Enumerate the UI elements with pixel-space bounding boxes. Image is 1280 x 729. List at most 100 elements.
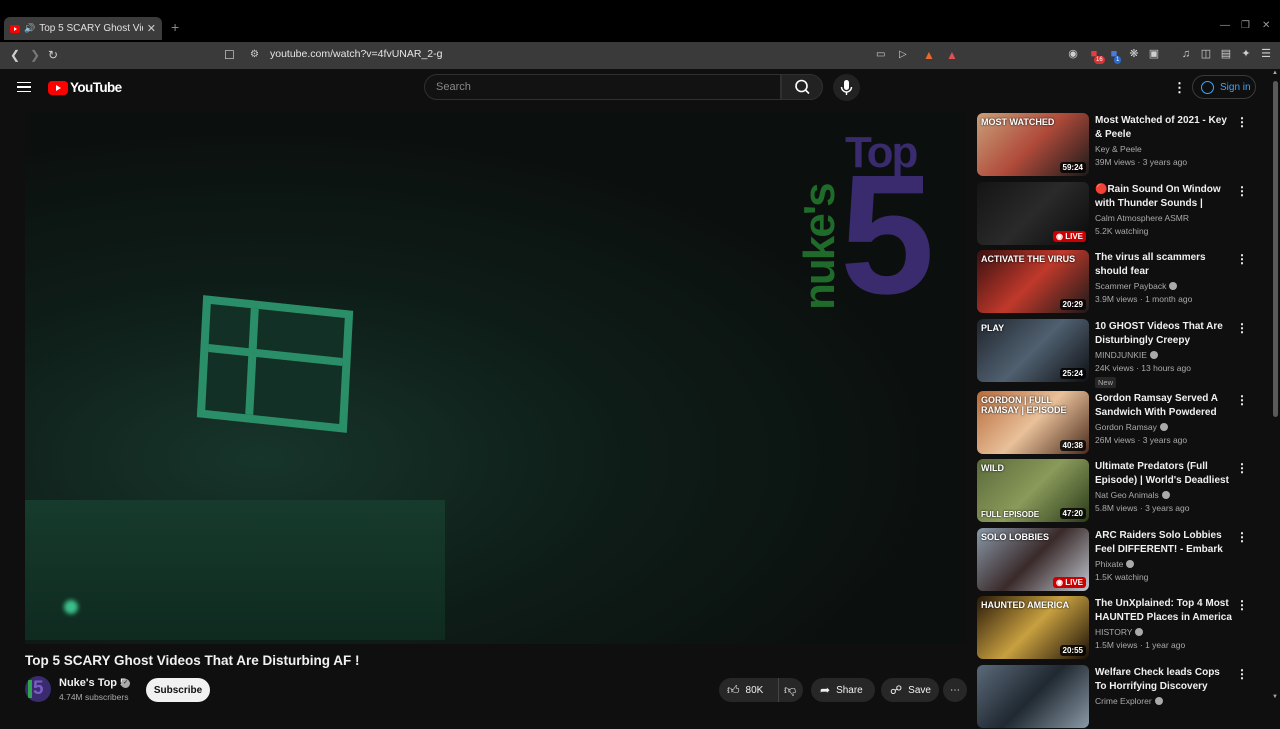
item-menu-icon[interactable]: ⋮	[1236, 461, 1248, 475]
recommendation-title[interactable]: 🔴Rain Sound On Window with Thunder Sound…	[1095, 183, 1233, 211]
item-menu-icon[interactable]: ⋮	[1236, 115, 1248, 129]
channel-name: Phixate	[1095, 559, 1124, 569]
duration-badge: 20:29	[1059, 299, 1086, 310]
verified-icon	[1159, 423, 1168, 431]
subscribe-button[interactable]: Subscribe	[146, 678, 210, 702]
browser-menu-icon[interactable]: ☰	[1259, 47, 1273, 61]
rewards-icon[interactable]: ▲	[946, 47, 958, 63]
save-button[interactable]: ☍ Save	[881, 678, 939, 702]
recommendation-item[interactable]: ACTIVATE THE VIRUS 20:29 The virus all sca…	[977, 250, 1259, 314]
browser-tab[interactable]: 🔊 Top 5 SCARY Ghost Videos That Are Dist…	[4, 17, 162, 40]
share-button[interactable]: ➦ Share	[811, 678, 875, 702]
recommendation-title[interactable]: Ultimate Predators (Full Episode) | Worl…	[1095, 460, 1233, 487]
leo-icon[interactable]: ✦	[1239, 47, 1253, 61]
bookmark-icon[interactable]: ☐	[224, 47, 235, 63]
more-actions-button[interactable]: ⋯	[943, 678, 967, 702]
recommendation-channel[interactable]: Nat Geo Animals	[1095, 490, 1170, 500]
reload-icon[interactable]: ↻	[48, 47, 58, 63]
recommendation-title[interactable]: The virus all scammers should fear	[1095, 251, 1233, 278]
recommendation-item[interactable]: HAUNTED AMERICA 20:55 The UnXplained: Top …	[977, 596, 1259, 660]
scroll-up-icon[interactable]: ▲	[1272, 70, 1278, 76]
video-thumbnail[interactable]: PLAY 25:24	[977, 319, 1089, 382]
recommendation-channel[interactable]: HISTORY	[1095, 627, 1144, 637]
share-label: Share	[836, 684, 863, 696]
recommendation-title[interactable]: Gordon Ramsay Served A Sandwich With Pow…	[1095, 392, 1233, 420]
puzzle-icon[interactable]: ❋	[1127, 47, 1141, 61]
recommendation-channel[interactable]: Calm Atmosphere ASMR	[1095, 213, 1189, 223]
item-menu-icon[interactable]: ⋮	[1236, 393, 1248, 407]
minimize-icon[interactable]: —	[1220, 20, 1230, 31]
back-icon[interactable]: ❮	[10, 47, 20, 63]
close-window-icon[interactable]: ✕	[1262, 20, 1270, 31]
recommendation-item[interactable]: ◉ LIVE 🔴Rain Sound On Window with Thunder…	[977, 182, 1259, 246]
dislike-button[interactable]: 👎︎	[778, 678, 803, 702]
video-thumbnail[interactable]: ◉ LIVE	[977, 182, 1089, 245]
recommendation-item[interactable]: SOLO LOBBIES ◉ LIVE ARC Raiders Solo Lobbi…	[977, 528, 1259, 592]
recommendation-channel[interactable]: Crime Explorer	[1095, 696, 1163, 706]
like-button[interactable]: 👍︎ 80K	[719, 678, 778, 702]
scroll-down-icon[interactable]: ▼	[1272, 694, 1278, 700]
item-menu-icon[interactable]: ⋮	[1236, 184, 1248, 198]
video-thumbnail[interactable]	[977, 665, 1089, 728]
speaker-icon[interactable]: 🔊	[24, 23, 35, 34]
item-menu-icon[interactable]: ⋮	[1236, 252, 1248, 266]
video-thumbnail[interactable]: GORDON | FULL RAMSAY | EPISODE 40:38	[977, 391, 1089, 454]
recommendation-meta: 5.2K watching	[1095, 226, 1149, 236]
forward-icon[interactable]: ❯	[30, 47, 40, 63]
recommendation-item[interactable]: WILD FULL EPISODE 47:20 Ultimate Predators …	[977, 459, 1259, 523]
recommendation-title[interactable]: Welfare Check leads Cops To Horrifying D…	[1095, 666, 1233, 693]
sign-in-button[interactable]: Sign in	[1192, 75, 1256, 99]
url-bar[interactable]: youtube.com/watch?v=4fvUNAR_2-g	[270, 48, 442, 60]
recommendation-channel[interactable]: MINDJUNKIE	[1095, 350, 1158, 360]
recommendation-title[interactable]: The UnXplained: Top 4 Most HAUNTED Place…	[1095, 597, 1233, 625]
recommendation-item[interactable]: Welfare Check leads Cops To Horrifying D…	[977, 665, 1259, 729]
recommendation-meta: 3.9M views · 1 month ago	[1095, 294, 1193, 304]
new-tab-icon[interactable]: +	[171, 19, 179, 35]
recommendation-item[interactable]: PLAY 25:24 10 GHOST Videos That Are Distur…	[977, 319, 1259, 388]
site-info-icon[interactable]: ⚙	[250, 47, 259, 63]
item-menu-icon[interactable]: ⋮	[1236, 321, 1248, 335]
video-thumbnail[interactable]: SOLO LOBBIES ◉ LIVE	[977, 528, 1089, 591]
verified-icon	[1169, 282, 1178, 290]
recommendation-channel[interactable]: Phixate	[1095, 559, 1135, 569]
search-button[interactable]	[781, 74, 823, 100]
video-thumbnail[interactable]: WILD FULL EPISODE 47:20	[977, 459, 1089, 522]
recommendation-title[interactable]: ARC Raiders Solo Lobbies Feel DIFFERENT!…	[1095, 529, 1233, 557]
recommendation-channel[interactable]: Gordon Ramsay	[1095, 422, 1168, 432]
search-icon	[795, 79, 810, 95]
restore-icon[interactable]: ❐	[1241, 20, 1250, 31]
video-thumbnail[interactable]: HAUNTED AMERICA 20:55	[977, 596, 1089, 659]
brave-shield-icon[interactable]: ▲	[923, 47, 935, 63]
recommendation-title[interactable]: 10 GHOST Videos That Are Disturbingly Cr…	[1095, 320, 1233, 347]
item-menu-icon[interactable]: ⋮	[1236, 667, 1248, 681]
youtube-logo[interactable]: YouTube	[48, 80, 122, 95]
music-icon[interactable]: ♫	[1179, 47, 1193, 61]
wallet-icon[interactable]: ▤	[1219, 47, 1233, 61]
settings-kebab-icon[interactable]: ⋮	[1173, 80, 1186, 96]
extension-icon[interactable]: ◉	[1066, 47, 1080, 61]
channel-name[interactable]: Nuke's Top 5	[59, 677, 126, 689]
channel-avatar[interactable]	[25, 676, 51, 702]
search-input[interactable]: Search	[424, 74, 781, 100]
video-thumbnail[interactable]: ACTIVATE THE VIRUS 20:29	[977, 250, 1089, 313]
recommendation-title[interactable]: Most Watched of 2021 - Key & Peele	[1095, 114, 1233, 141]
close-tab-icon[interactable]: ✕	[147, 22, 156, 35]
recommendation-channel[interactable]: Scammer Payback	[1095, 281, 1178, 291]
video-thumbnail[interactable]: MOST WATCHED 59:24	[977, 113, 1089, 176]
sidebar-icon[interactable]: ◫	[1199, 47, 1213, 61]
channel-name: Key & Peele	[1095, 144, 1142, 154]
item-menu-icon[interactable]: ⋮	[1236, 598, 1248, 612]
hamburger-menu-icon[interactable]	[17, 82, 31, 92]
recommendation-channel[interactable]: Key & Peele	[1095, 144, 1142, 154]
voice-search-button[interactable]	[833, 74, 860, 101]
scrollbar-thumb[interactable]	[1273, 81, 1278, 417]
play-icon[interactable]: ▷	[899, 47, 907, 63]
live-badge: ◉ LIVE	[1053, 231, 1086, 242]
recommendation-item[interactable]: MOST WATCHED 59:24 Most Watched of 2021 - …	[977, 113, 1259, 177]
cast-icon[interactable]: ▭	[876, 47, 885, 63]
thumbnail-text: HAUNTED AMERICA	[981, 600, 1070, 610]
item-menu-icon[interactable]: ⋮	[1236, 530, 1248, 544]
recommendation-item[interactable]: GORDON | FULL RAMSAY | EPISODE 40:38 Gordo…	[977, 391, 1259, 455]
extension-icon[interactable]: ▣	[1147, 47, 1161, 61]
page-scrollbar[interactable]	[1271, 69, 1280, 720]
